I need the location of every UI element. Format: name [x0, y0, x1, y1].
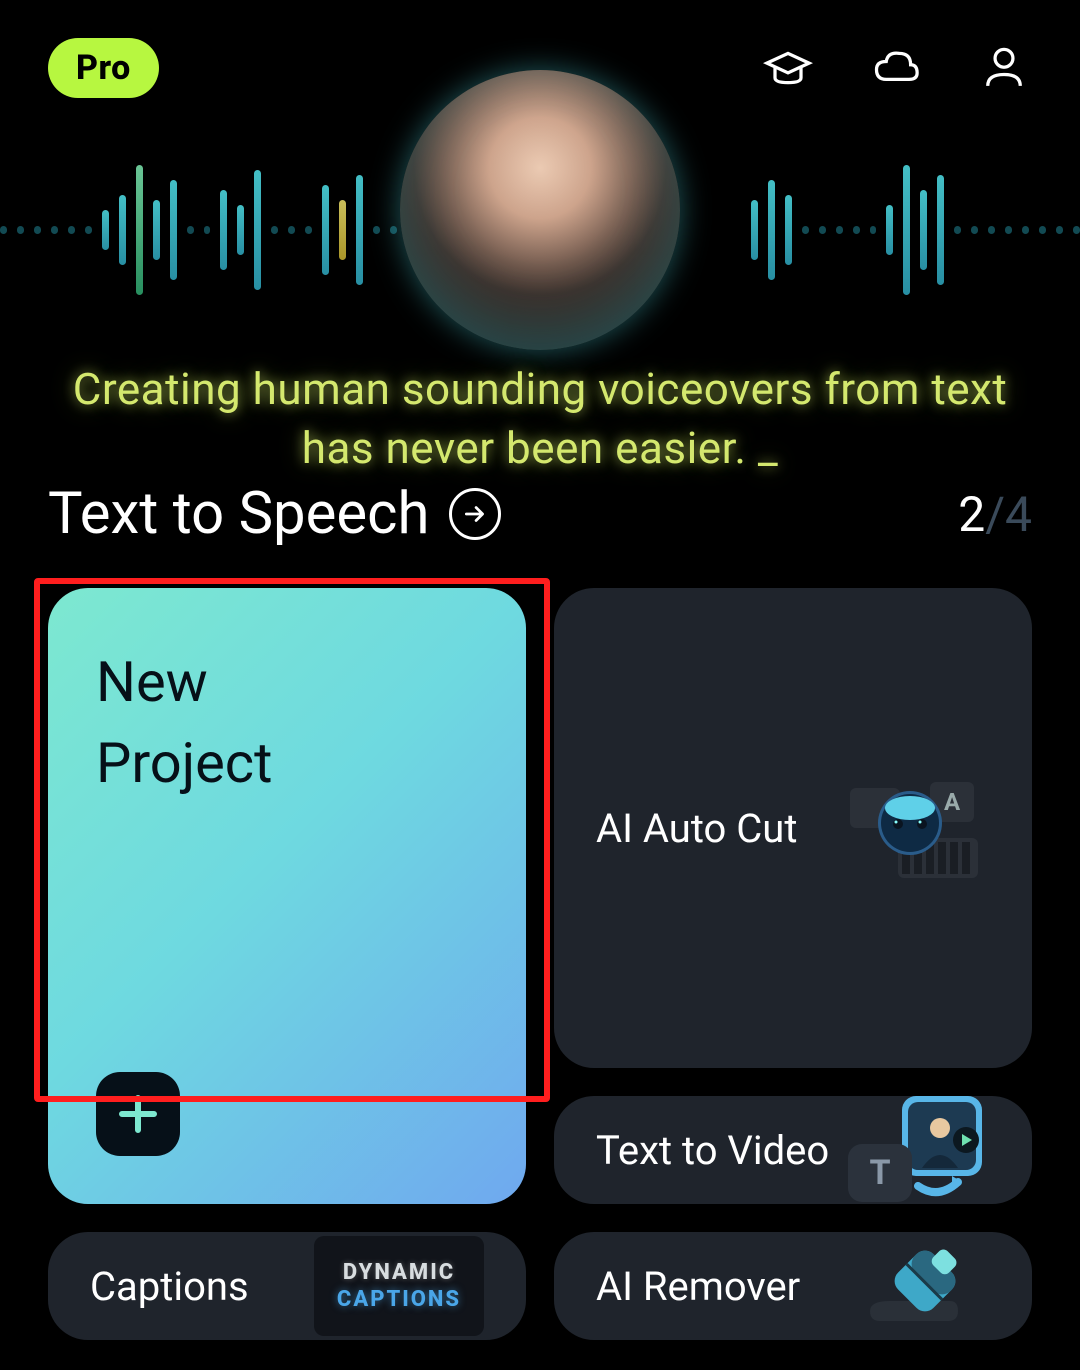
ai-auto-cut-label: AI Auto Cut [596, 805, 797, 852]
feature-cards-grid: New Project AI Auto Cut A [48, 588, 1032, 1340]
avatar-image [400, 70, 680, 350]
cloud-icon [870, 42, 922, 94]
ai-auto-cut-icon: A [840, 768, 990, 888]
ai-auto-cut-card[interactable]: AI Auto Cut A [554, 588, 1032, 1068]
add-icon-button[interactable] [96, 1072, 180, 1156]
pro-badge[interactable]: Pro [48, 38, 159, 98]
svg-text:A: A [944, 788, 961, 816]
text-to-video-label: Text to Video [596, 1127, 829, 1174]
page-total: 4 [1005, 486, 1032, 543]
new-project-label: New Project [96, 642, 272, 804]
new-project-card[interactable]: New Project [48, 588, 526, 1204]
text-to-video-card[interactable]: Text to Video T [554, 1096, 1032, 1204]
tutorials-button[interactable] [760, 40, 816, 96]
section-title-group[interactable]: Text to Speech [48, 480, 501, 548]
page-current: 2 [958, 486, 985, 543]
graduation-cap-icon [762, 42, 814, 94]
arrow-circle-icon [449, 488, 501, 540]
section-header: Text to Speech 2/4 [48, 480, 1032, 548]
captions-thumb-line2: CAPTIONS [337, 1287, 461, 1312]
svg-text:T: T [869, 1153, 890, 1193]
text-to-video-icon: T [840, 1096, 990, 1204]
header-bar: Pro [0, 28, 1080, 108]
ai-remover-label: AI Remover [596, 1263, 800, 1310]
home-screen: Pro [0, 0, 1080, 1370]
header-icons-group [760, 40, 1032, 96]
banner-pagination: 2/4 [958, 486, 1032, 543]
profile-button[interactable] [976, 40, 1032, 96]
cloud-button[interactable] [868, 40, 924, 96]
captions-label: Captions [90, 1263, 249, 1310]
page-separator: / [985, 486, 1005, 543]
hero-tagline: Creating human sounding voiceovers from … [0, 360, 1080, 479]
captions-icon: DYNAMIC CAPTIONS [314, 1236, 484, 1336]
person-icon [978, 42, 1030, 94]
section-title: Text to Speech [48, 480, 429, 548]
plus-icon [116, 1092, 160, 1136]
captions-card[interactable]: Captions DYNAMIC CAPTIONS [48, 1232, 526, 1340]
ai-remover-card[interactable]: AI Remover [554, 1232, 1032, 1340]
captions-thumb-line1: DYNAMIC [343, 1260, 455, 1285]
ai-remover-icon [840, 1232, 990, 1340]
